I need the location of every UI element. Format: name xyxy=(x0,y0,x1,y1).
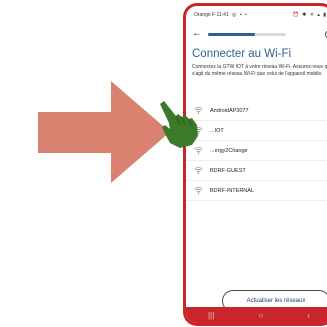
battery-icon: ▮ xyxy=(323,12,326,18)
network-row[interactable]: AndroidAP3077 › xyxy=(186,101,327,121)
arrow-left-icon[interactable]: ← xyxy=(192,29,204,39)
dot-icon: • xyxy=(244,12,247,18)
mute-icon: ✕ xyxy=(309,12,314,18)
wifi-icon xyxy=(194,107,203,114)
network-row[interactable]: ...ergy2Change › xyxy=(186,141,327,161)
signal-icon: ▴ xyxy=(317,12,320,18)
phone-frame: Orange F 11:41 ◎ ▪ • ⏰ ✱ ✕ ▴ ▮ ← ? Conne… xyxy=(183,3,327,326)
wifi-icon xyxy=(194,187,203,194)
whatsapp-icon: ◎ xyxy=(232,12,237,18)
network-name: AndroidAP3077 xyxy=(210,107,249,114)
page-title: Connecter au Wi-Fi xyxy=(192,48,292,60)
network-row[interactable]: BDRF-INTERNAL › xyxy=(186,181,327,201)
page-description: Connectez la GTW IOT à votre réseau Wi-F… xyxy=(192,64,327,77)
bluetooth-icon: ✱ xyxy=(302,12,307,18)
home-icon[interactable]: ○ xyxy=(258,311,263,320)
progress-fill xyxy=(208,32,255,36)
wifi-icon xyxy=(194,167,203,174)
network-name: BDRF-GUEST xyxy=(210,167,246,174)
status-bar: Orange F 11:41 ◎ ▪ • ⏰ ✱ ✕ ▴ ▮ xyxy=(194,11,327,19)
recents-icon[interactable]: ||| xyxy=(208,311,214,320)
wifi-icon xyxy=(194,127,203,134)
photo-icon: ▪ xyxy=(239,12,242,18)
network-name: ...IOT xyxy=(210,127,224,134)
progress-bar xyxy=(208,32,286,36)
network-list: AndroidAP3077 › ...IOT › ...ergy2Change … xyxy=(186,101,327,201)
back-icon[interactable]: ‹ xyxy=(307,311,310,320)
phone-screen: Orange F 11:41 ◎ ▪ • ⏰ ✱ ✕ ▴ ▮ ← ? Conne… xyxy=(186,6,327,323)
top-bar: ← ? xyxy=(192,28,327,40)
network-row[interactable]: BDRF-GUEST › xyxy=(186,161,327,181)
network-row[interactable]: ...IOT › xyxy=(186,121,327,141)
wifi-icon xyxy=(194,147,203,154)
android-nav-bar: ||| ○ ‹ xyxy=(186,307,327,323)
carrier-time: Orange F 11:41 xyxy=(194,12,229,18)
network-name: ...ergy2Change xyxy=(210,147,248,154)
alarm-icon: ⏰ xyxy=(292,12,299,18)
network-name: BDRF-INTERNAL xyxy=(210,187,255,194)
